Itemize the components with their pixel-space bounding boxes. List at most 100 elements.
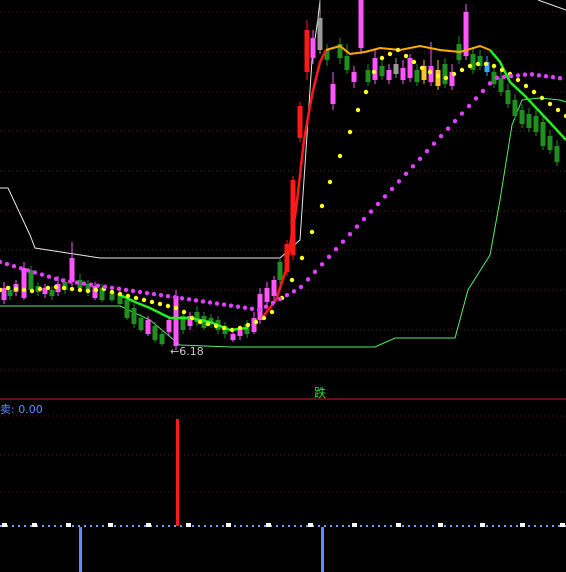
sell-signal-bar (321, 527, 324, 572)
candle-body (7, 290, 13, 296)
signal-dot (539, 95, 545, 101)
baseline-dot (18, 525, 20, 527)
candle-body (526, 114, 532, 128)
signal-dot (379, 55, 385, 61)
signal-dot (181, 309, 187, 315)
stock-chart[interactable] (0, 0, 566, 572)
candle-body (540, 122, 546, 146)
slow-dot (459, 111, 465, 116)
slow-dot (298, 284, 304, 290)
baseline-dot (468, 525, 470, 527)
slow-dot (452, 118, 458, 124)
baseline-dot (366, 525, 368, 527)
slow-dot (501, 74, 507, 80)
envelope-lower-line (0, 97, 566, 348)
signal-dot (13, 286, 19, 292)
slow-dot (291, 289, 297, 294)
slow-dot (186, 297, 192, 302)
signal-dot (61, 285, 67, 291)
baseline-dot (426, 525, 428, 527)
baseline-dot (120, 525, 122, 527)
candle-body (21, 268, 27, 298)
signal-dot (109, 289, 115, 295)
slow-dot (235, 304, 241, 309)
slow-dot (536, 73, 542, 78)
slow-dot (158, 292, 164, 298)
slow-dot (39, 272, 45, 277)
slow-dot (354, 224, 360, 229)
buy-sell-indicator-panel (0, 419, 566, 572)
baseline-dot (504, 525, 506, 527)
slow-dot (389, 186, 395, 192)
baseline-dot (546, 525, 548, 527)
slow-dot (46, 274, 52, 279)
baseline-marker (66, 523, 71, 527)
candle-body (138, 318, 144, 330)
buy-signal-bar (176, 419, 179, 526)
baseline-dot (12, 525, 14, 527)
candle-body (386, 70, 392, 80)
baseline-dot (306, 525, 308, 527)
baseline-dot (72, 525, 74, 527)
signal-dot (475, 61, 481, 67)
candle-body (372, 58, 378, 80)
baseline-dot (444, 525, 446, 527)
signal-dot (77, 287, 83, 293)
slow-dot (319, 262, 325, 267)
signal-dot (523, 83, 529, 89)
candle-body (237, 330, 243, 336)
slow-dot (284, 292, 290, 298)
slow-dot (123, 287, 129, 293)
slow-dot (417, 156, 423, 161)
slow-dot (494, 75, 500, 80)
baseline-dot (360, 525, 362, 527)
signal-dot (93, 287, 99, 293)
baseline-dot (276, 525, 278, 527)
slow-dot (515, 73, 521, 78)
signal-dot (117, 291, 123, 297)
price-grid-lines (0, 11, 566, 493)
baseline-dot (78, 525, 80, 527)
slow-dot (102, 284, 108, 289)
slow-dot (403, 171, 409, 177)
baseline-dot (240, 525, 242, 527)
signal-dot (403, 53, 409, 59)
candle-body (442, 64, 448, 84)
candle-body (304, 30, 310, 72)
signal-dot (337, 153, 343, 159)
slow-dot (137, 289, 143, 295)
signal-dot (419, 65, 425, 71)
baseline-dot (246, 525, 248, 527)
signal-dot (237, 325, 243, 331)
baseline-dot (378, 525, 380, 527)
candle-body (519, 110, 525, 124)
slow-dot (32, 270, 38, 275)
signal-dot (499, 67, 505, 73)
signal-dot (173, 305, 179, 311)
slow-dot (487, 81, 493, 86)
baseline-dot (198, 525, 200, 527)
candle-body (414, 70, 420, 82)
slow-dot (382, 194, 388, 199)
slow-dot (473, 96, 479, 101)
baseline-dot (534, 525, 536, 527)
slow-dot (95, 283, 101, 288)
signal-dot (467, 63, 473, 69)
candle-body (49, 290, 55, 296)
signal-dot (229, 327, 235, 333)
baseline-dot (126, 525, 128, 527)
signal-dot (5, 285, 11, 291)
baseline-dot (450, 525, 452, 527)
candle-body (152, 326, 158, 340)
slow-dot (53, 276, 59, 281)
signal-dot (327, 179, 333, 185)
baseline-marker (352, 523, 357, 527)
baseline-dot (408, 525, 410, 527)
signal-dot (261, 315, 267, 321)
signal-dot (45, 285, 51, 291)
slow-dot (557, 75, 563, 81)
baseline-dot (0, 525, 2, 527)
baseline-marker (32, 523, 37, 527)
candle-body (173, 296, 179, 346)
slow-dot (249, 306, 255, 311)
